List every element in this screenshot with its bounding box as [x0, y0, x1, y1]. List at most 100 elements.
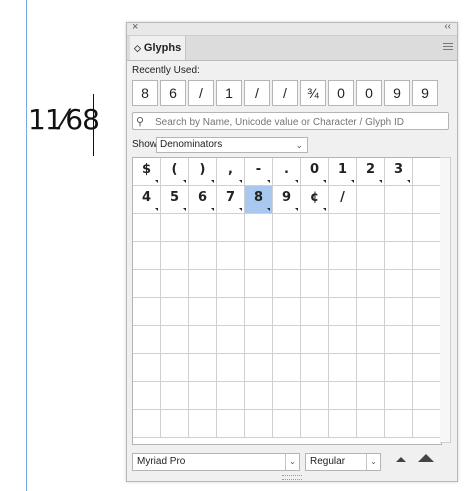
glyph-cell[interactable] [189, 326, 217, 354]
recent-glyph-cell[interactable]: / [272, 80, 298, 106]
glyph-cell[interactable] [413, 214, 441, 242]
glyph-cell[interactable] [161, 298, 189, 326]
glyph-cell[interactable] [217, 326, 245, 354]
glyph-cell[interactable] [161, 354, 189, 382]
glyph-cell[interactable] [301, 298, 329, 326]
document-fraction-text[interactable]: 11⁄68 [28, 103, 100, 136]
glyph-cell[interactable] [357, 214, 385, 242]
glyph-cell[interactable] [189, 270, 217, 298]
glyph-cell[interactable] [301, 270, 329, 298]
glyph-cell[interactable]: - [245, 158, 273, 186]
glyph-cell[interactable] [301, 242, 329, 270]
glyph-cell[interactable]: $ [133, 158, 161, 186]
glyph-cell[interactable] [189, 214, 217, 242]
recent-glyph-cell[interactable]: / [244, 80, 270, 106]
tab-glyphs[interactable]: ◇ Glyphs [130, 36, 186, 60]
recent-glyph-cell[interactable]: / [188, 80, 214, 106]
glyph-cell[interactable] [357, 298, 385, 326]
recent-glyph-cell[interactable]: 9 [384, 80, 410, 106]
show-dropdown[interactable]: Denominators ⌄ [156, 137, 308, 153]
glyph-cell[interactable]: ( [161, 158, 189, 186]
glyph-cell[interactable] [413, 354, 441, 382]
glyph-cell[interactable]: 7 [217, 186, 245, 214]
glyph-cell[interactable] [189, 410, 217, 438]
glyph-cell[interactable] [133, 298, 161, 326]
glyph-cell[interactable] [189, 298, 217, 326]
recent-glyph-cell[interactable]: 9 [412, 80, 438, 106]
glyph-cell[interactable]: 9 [273, 186, 301, 214]
glyph-cell[interactable]: 6 [189, 186, 217, 214]
glyph-cell[interactable] [301, 410, 329, 438]
glyph-cell[interactable] [413, 326, 441, 354]
glyph-cell[interactable] [301, 354, 329, 382]
glyph-cell[interactable] [133, 410, 161, 438]
glyph-cell[interactable] [329, 382, 357, 410]
glyph-cell[interactable] [133, 326, 161, 354]
glyph-cell[interactable] [161, 410, 189, 438]
glyph-cell[interactable] [385, 410, 413, 438]
glyph-cell[interactable] [245, 410, 273, 438]
glyph-cell[interactable] [357, 382, 385, 410]
glyph-cell[interactable] [385, 214, 413, 242]
glyph-cell[interactable] [413, 242, 441, 270]
glyph-cell[interactable] [357, 326, 385, 354]
glyph-cell[interactable] [413, 410, 441, 438]
glyph-cell[interactable]: 5 [161, 186, 189, 214]
glyph-cell[interactable] [273, 242, 301, 270]
glyph-cell[interactable] [217, 214, 245, 242]
glyph-cell[interactable]: 1 [329, 158, 357, 186]
glyph-cell[interactable] [245, 242, 273, 270]
glyph-cell[interactable] [189, 382, 217, 410]
glyph-cell[interactable]: ¢ [301, 186, 329, 214]
glyph-cell[interactable] [385, 326, 413, 354]
glyph-cell[interactable] [245, 382, 273, 410]
glyph-cell[interactable] [273, 326, 301, 354]
glyph-cell[interactable] [133, 242, 161, 270]
glyph-cell[interactable] [161, 326, 189, 354]
glyph-cell[interactable] [217, 242, 245, 270]
glyph-cell[interactable] [357, 186, 385, 214]
glyph-cell[interactable] [329, 326, 357, 354]
recent-glyph-cell[interactable]: 1 [216, 80, 242, 106]
glyph-cell[interactable] [245, 298, 273, 326]
glyph-cell[interactable] [385, 354, 413, 382]
glyph-cell[interactable] [245, 214, 273, 242]
glyph-cell[interactable] [273, 410, 301, 438]
glyph-cell[interactable] [385, 186, 413, 214]
glyph-cell[interactable] [245, 354, 273, 382]
glyph-cell[interactable] [189, 354, 217, 382]
glyph-cell[interactable] [273, 270, 301, 298]
glyph-cell[interactable]: 4 [133, 186, 161, 214]
glyph-cell[interactable]: ) [189, 158, 217, 186]
glyph-cell[interactable] [413, 382, 441, 410]
collapse-icon[interactable]: ‹‹ [444, 21, 451, 32]
glyph-cell[interactable] [161, 382, 189, 410]
search-input[interactable] [153, 114, 447, 130]
glyph-cell[interactable] [217, 382, 245, 410]
glyph-cell[interactable] [357, 354, 385, 382]
glyph-cell[interactable]: 0 [301, 158, 329, 186]
glyph-cell[interactable] [329, 298, 357, 326]
glyph-cell[interactable] [357, 242, 385, 270]
close-icon[interactable]: × [132, 21, 138, 33]
glyph-cell[interactable] [329, 270, 357, 298]
glyph-cell[interactable] [133, 270, 161, 298]
glyph-cell[interactable] [413, 186, 441, 214]
glyph-cell[interactable] [245, 270, 273, 298]
glyph-cell[interactable] [385, 298, 413, 326]
glyph-cell[interactable] [189, 242, 217, 270]
glyph-cell[interactable] [413, 270, 441, 298]
glyph-cell[interactable] [273, 298, 301, 326]
glyph-cell[interactable] [217, 410, 245, 438]
glyph-grid-scrollbar[interactable] [440, 157, 451, 443]
glyph-cell[interactable] [329, 354, 357, 382]
glyph-cell[interactable] [385, 270, 413, 298]
glyph-cell[interactable]: , [217, 158, 245, 186]
glyph-cell[interactable]: 8 [245, 186, 273, 214]
glyph-cell[interactable] [329, 214, 357, 242]
glyph-cell[interactable] [273, 354, 301, 382]
glyph-cell[interactable] [273, 214, 301, 242]
glyph-cell[interactable] [217, 270, 245, 298]
glyph-cell[interactable] [385, 382, 413, 410]
panel-menu-icon[interactable] [443, 41, 453, 52]
